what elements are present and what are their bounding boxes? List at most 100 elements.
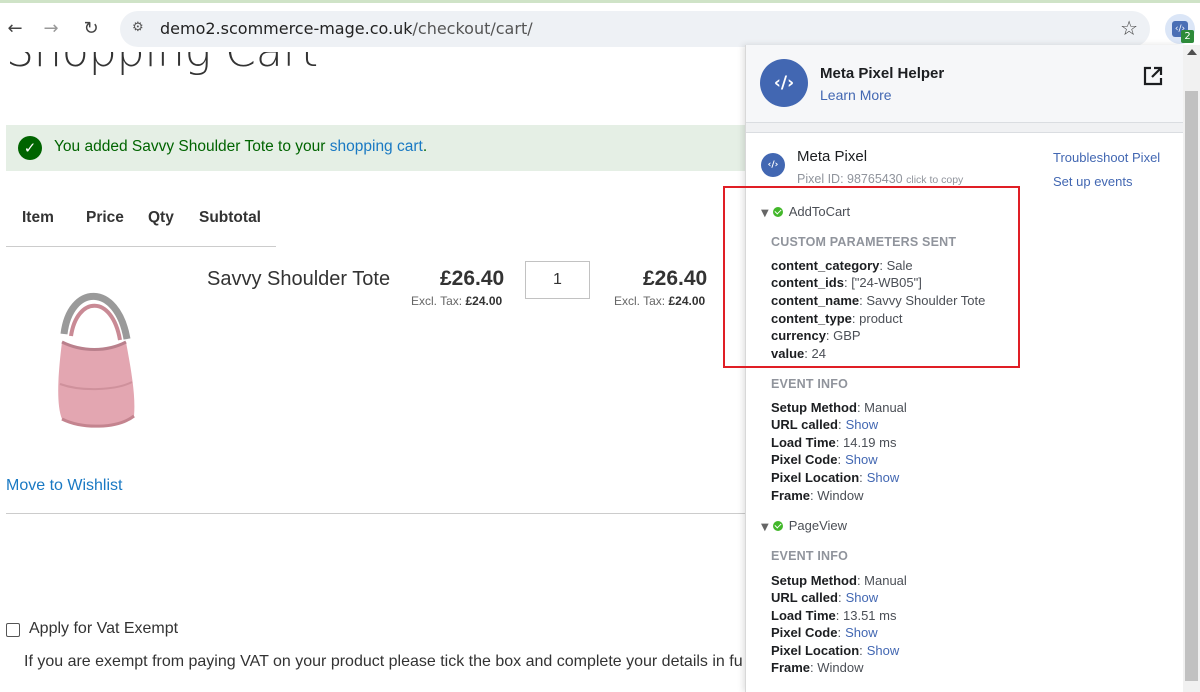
info-value: :: [859, 470, 863, 485]
collapse-triangle-icon: ▼: [761, 522, 769, 533]
popup-title: Meta Pixel Helper: [820, 65, 945, 82]
page-title: Shopping Cart: [6, 52, 318, 77]
info-row: Pixel Location: Show: [771, 643, 899, 658]
show-link[interactable]: Show: [846, 590, 879, 605]
show-link[interactable]: Show: [846, 417, 879, 432]
show-link[interactable]: Show: [845, 625, 878, 640]
event-name: PageView: [788, 518, 848, 533]
info-row: Frame: Window: [771, 660, 864, 675]
shopping-cart-link[interactable]: shopping cart: [330, 138, 423, 155]
info-row: Load Time: 14.19 ms: [771, 435, 896, 450]
checkmark-icon: ✓: [18, 136, 42, 160]
info-key: Frame: [771, 488, 811, 503]
message-suffix: .: [422, 138, 428, 155]
url-domain: demo2.scommerce-mage.co.uk: [160, 19, 413, 38]
popup-header: ‹/› Meta Pixel Helper Learn More: [746, 45, 1183, 123]
scroll-up-arrow-icon[interactable]: [1187, 49, 1197, 55]
success-message: ✓ You added Savvy Shoulder Tote to your …: [6, 125, 745, 171]
meta-pixel-helper-popup: ‹/› Meta Pixel Helper Learn More ‹/› Met…: [745, 45, 1183, 692]
bookmark-star-icon[interactable]: ☆: [1120, 16, 1138, 40]
column-header-item: Item: [22, 209, 54, 226]
troubleshoot-pixel-link[interactable]: Troubleshoot Pixel: [1053, 150, 1160, 165]
price-excl-label: Excl. Tax:: [411, 294, 463, 308]
meta-pixel-icon: ‹/›: [761, 153, 785, 177]
info-key: Pixel Location: [771, 643, 860, 658]
cart-page: Shopping Cart ✓ You added Savvy Shoulder…: [0, 52, 745, 692]
info-value: :: [837, 417, 842, 432]
scroll-thumb[interactable]: [1185, 91, 1198, 681]
event-info-title: EVENT INFO: [771, 377, 849, 391]
info-key: URL called: [771, 417, 838, 432]
subtotal-excl-value: £24.00: [668, 294, 706, 308]
info-value: :: [837, 625, 842, 640]
vat-exempt-note: If you are exempt from paying VAT on you…: [24, 653, 743, 670]
pixel-helper-logo-icon: ‹/›: [760, 59, 808, 107]
popup-header-band: [746, 123, 1183, 133]
info-row: Setup Method: Manual: [771, 400, 907, 415]
click-to-copy[interactable]: click to copy: [906, 174, 963, 186]
url-path: /checkout/cart/: [412, 19, 533, 38]
column-header-qty: Qty: [148, 209, 174, 226]
product-name[interactable]: Savvy Shoulder Tote: [207, 268, 390, 291]
back-arrow-icon[interactable]: ←: [2, 15, 28, 41]
info-key: Load Time: [771, 608, 836, 623]
pixel-id[interactable]: Pixel ID: 98765430 click to copy: [797, 172, 963, 186]
info-row: Pixel Code: Show: [771, 452, 878, 467]
address-bar[interactable]: ⚙ demo2.scommerce-mage.co.uk/checkout/ca…: [120, 11, 1150, 47]
info-key: Pixel Code: [771, 452, 838, 467]
show-link[interactable]: Show: [867, 470, 900, 485]
info-value: : Manual: [856, 573, 907, 588]
success-dot-icon: [772, 521, 783, 531]
info-value: : Manual: [856, 400, 907, 415]
info-key: Load Time: [771, 435, 836, 450]
pixel-title: Meta Pixel: [797, 148, 868, 165]
header-divider: [6, 246, 276, 247]
open-external-icon[interactable]: [1142, 65, 1164, 87]
item-price: £26.40: [440, 267, 505, 290]
popup-scrollbar[interactable]: [1183, 45, 1200, 692]
product-image-tote-bag[interactable]: [22, 284, 166, 444]
extension-badge: 2: [1181, 30, 1194, 43]
info-key: URL called: [771, 590, 838, 605]
info-value: : Window: [810, 660, 864, 675]
qty-input[interactable]: 1: [525, 261, 590, 299]
info-key: Frame: [771, 660, 811, 675]
learn-more-link[interactable]: Learn More: [820, 87, 892, 103]
setup-events-link[interactable]: Set up events: [1053, 174, 1133, 189]
info-value: : 14.19 ms: [835, 435, 897, 450]
subtotal-excl-label: Excl. Tax:: [614, 294, 666, 308]
move-to-wishlist-link[interactable]: Move to Wishlist: [6, 477, 122, 495]
event-info-title: EVENT INFO: [771, 549, 849, 563]
info-value: :: [859, 643, 863, 658]
subtotal-excl-tax: Excl. Tax: £24.00: [614, 294, 705, 308]
info-row: Load Time: 13.51 ms: [771, 608, 896, 623]
forward-arrow-icon[interactable]: →: [38, 15, 64, 41]
info-row: Pixel Location: Show: [771, 470, 899, 485]
info-value: :: [837, 452, 842, 467]
price-excl-value: £24.00: [465, 294, 503, 308]
vat-exempt-checkbox[interactable]: [6, 623, 20, 637]
column-header-subtotal: Subtotal: [199, 209, 261, 226]
divider: [6, 513, 745, 514]
info-value: : Window: [810, 488, 864, 503]
show-link[interactable]: Show: [867, 643, 900, 658]
info-key: Pixel Location: [771, 470, 860, 485]
message-prefix: You added Savvy Shoulder Tote to your: [54, 138, 330, 155]
reload-icon[interactable]: ↻: [78, 15, 104, 41]
meta-pixel-helper-extension-button[interactable]: ‹/› 2: [1165, 14, 1195, 44]
column-header-price: Price: [86, 209, 124, 226]
show-link[interactable]: Show: [845, 452, 878, 467]
info-value: : 13.51 ms: [835, 608, 897, 623]
info-row: Frame: Window: [771, 488, 864, 503]
event-pageview-toggle[interactable]: ▼ PageView: [761, 518, 847, 533]
site-settings-icon[interactable]: ⚙: [132, 20, 150, 38]
info-row: URL called: Show: [771, 417, 878, 432]
vat-exempt-label[interactable]: Apply for Vat Exempt: [29, 620, 178, 638]
info-key: Setup Method: [771, 573, 857, 588]
info-value: :: [837, 590, 842, 605]
highlight-box: [723, 186, 1020, 368]
url-text[interactable]: demo2.scommerce-mage.co.uk/checkout/cart…: [160, 19, 533, 38]
message-text: You added Savvy Shoulder Tote to your sh…: [54, 138, 427, 156]
price-excl-tax: Excl. Tax: £24.00: [411, 294, 502, 308]
info-key: Setup Method: [771, 400, 857, 415]
